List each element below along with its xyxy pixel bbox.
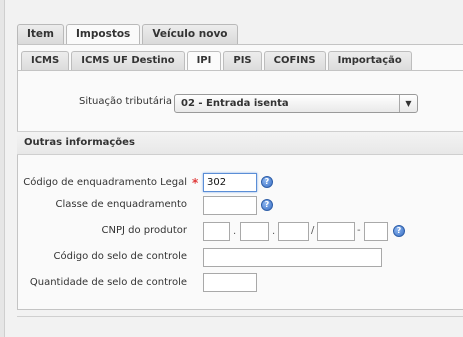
codigo-selo-label: Código do selo de controle: [53, 251, 187, 262]
tab-divider: [18, 70, 463, 71]
cnpj-part-5-input[interactable]: [364, 222, 388, 241]
classe-enquadramento-label: Classe de enquadramento: [55, 199, 187, 210]
cnpj-part-3-input[interactable]: [278, 222, 309, 241]
quantidade-selo-input[interactable]: [203, 273, 257, 292]
quantidade-selo-label: Quantidade de selo de controle: [29, 277, 187, 288]
left-rail: [0, 0, 5, 337]
tab-icms[interactable]: ICMS: [21, 51, 70, 70]
help-icon[interactable]: ?: [261, 176, 273, 188]
tab-icms-uf-destino[interactable]: ICMS UF Destino: [71, 51, 185, 70]
situacao-tributaria-label: Situação tributária: [79, 96, 172, 107]
tab-pis[interactable]: PIS: [223, 51, 262, 70]
situacao-selected-value: 02 - Entrada isenta: [181, 98, 289, 109]
cnpj-dot-separator: .: [233, 226, 237, 237]
classe-enquadramento-input[interactable]: [203, 196, 257, 215]
tab-impostos[interactable]: Impostos: [66, 24, 141, 45]
chevron-down-icon[interactable]: ▼: [399, 95, 417, 112]
codigo-enquadramento-label: Código de enquadramento Legal: [23, 177, 187, 188]
tab-veiculo-novo[interactable]: Veículo novo: [142, 24, 238, 44]
outer-tab-bar: Item Impostos Veículo novo: [17, 24, 240, 45]
inner-tab-bar: ICMS ICMS UF Destino IPI PIS COFINS Impo…: [21, 51, 414, 71]
help-icon[interactable]: ?: [261, 199, 273, 211]
tab-item[interactable]: Item: [17, 24, 64, 44]
situacao-tributaria-select[interactable]: 02 - Entrada isenta ▼: [174, 94, 418, 113]
cnpj-dot-separator: .: [272, 226, 276, 237]
required-asterisk: *: [192, 176, 199, 190]
cnpj-part-2-input[interactable]: [240, 222, 269, 241]
cnpj-slash-separator: /: [311, 225, 315, 236]
codigo-selo-input[interactable]: [203, 248, 382, 267]
tab-cofins[interactable]: COFINS: [263, 51, 326, 70]
cnpj-part-4-input[interactable]: [317, 222, 355, 241]
tab-importacao[interactable]: Importação: [327, 51, 412, 70]
cnpj-produtor-label: CNPJ do produtor: [101, 225, 187, 236]
outras-informacoes-header: Outras informações: [17, 131, 463, 155]
help-icon[interactable]: ?: [393, 225, 405, 237]
tab-ipi[interactable]: IPI: [186, 51, 222, 71]
cnpj-part-1-input[interactable]: [203, 222, 230, 241]
bottom-divider: [17, 316, 463, 317]
codigo-enquadramento-input[interactable]: 302: [203, 173, 257, 192]
cnpj-dash-separator: -: [357, 225, 361, 236]
